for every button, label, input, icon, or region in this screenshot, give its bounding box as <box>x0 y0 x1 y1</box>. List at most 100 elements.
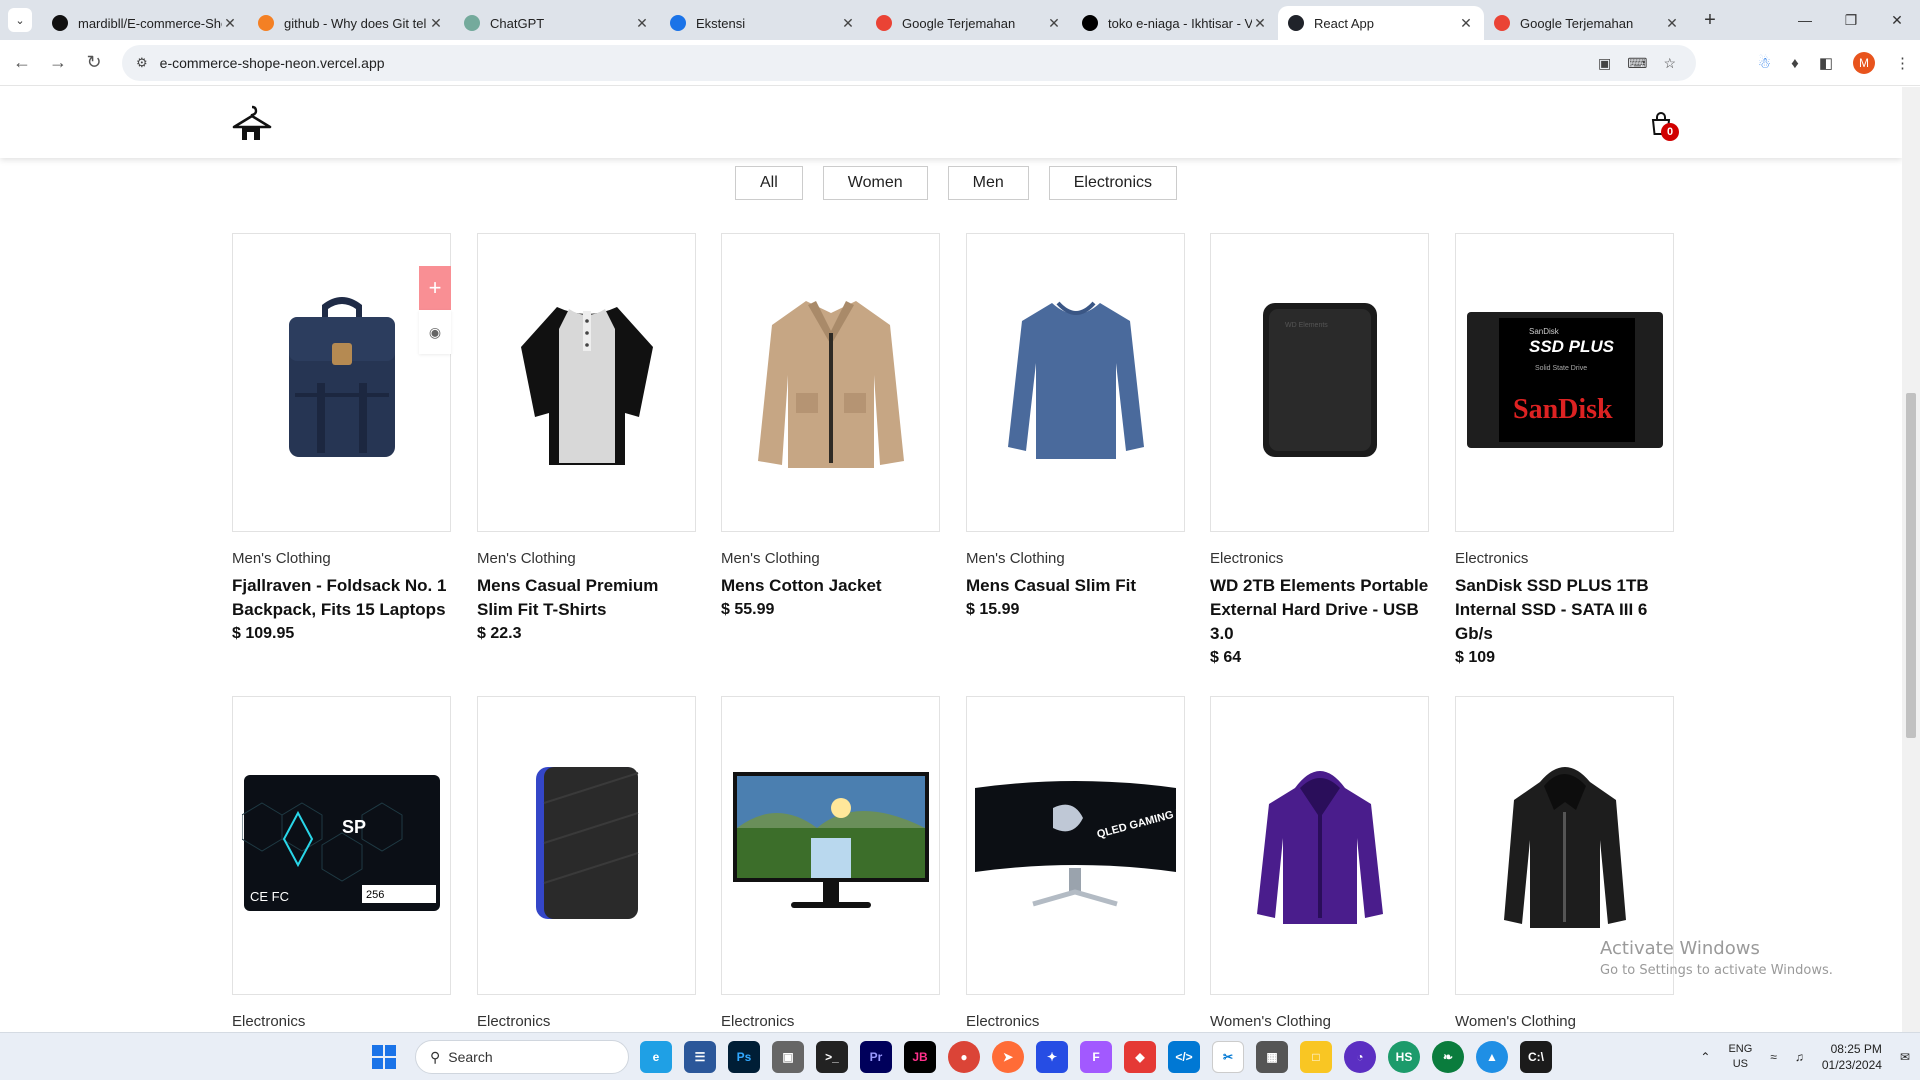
product-image[interactable]: + ◉ <box>232 233 451 532</box>
product-card[interactable]: Women's Clothing <box>1210 696 1429 1030</box>
notepad-icon[interactable]: ☰ <box>684 1041 716 1073</box>
close-tab-icon[interactable]: ✕ <box>634 15 650 32</box>
volume-icon[interactable]: ♫ <box>1795 1050 1804 1064</box>
product-title[interactable]: SanDisk SSD PLUS 1TB Internal SSD - SATA… <box>1455 574 1674 646</box>
product-card[interactable]: SP 256 CE FC Electronics <box>232 696 451 1030</box>
product-card[interactable]: Electronics <box>477 696 696 1030</box>
profile-avatar[interactable]: M <box>1853 52 1875 74</box>
scrollbar-thumb[interactable] <box>1906 393 1916 738</box>
close-window-button[interactable]: ✕ <box>1874 0 1920 40</box>
filter-button-all[interactable]: All <box>735 166 803 200</box>
browser-tab[interactable]: React App ✕ <box>1278 6 1484 40</box>
restore-button[interactable]: ❐ <box>1828 0 1874 40</box>
side-panel-icon[interactable]: ◧ <box>1819 54 1833 72</box>
product-image[interactable]: SanDisk SSD PLUS Solid State Drive SanDisk <box>1455 233 1674 532</box>
site-settings-icon[interactable]: ⚙ <box>136 55 148 71</box>
product-image[interactable] <box>721 696 940 995</box>
back-button[interactable]: ← <box>4 45 40 81</box>
translate-page-icon[interactable]: ⌨ <box>1627 55 1647 72</box>
product-image[interactable]: SP 256 CE FC <box>232 696 451 995</box>
circle-app-icon[interactable]: ◔ <box>1344 1041 1376 1073</box>
product-image[interactable] <box>721 233 940 532</box>
minimize-button[interactable]: — <box>1782 0 1828 40</box>
file-explorer-icon[interactable]: □ <box>1300 1041 1332 1073</box>
google-translate-extension-icon[interactable]: ☃ <box>1758 54 1771 72</box>
browser-tab[interactable]: mardibll/E-commerce-Sho ✕ <box>42 6 248 40</box>
browser-tab[interactable]: Google Terjemahan ✕ <box>1484 6 1690 40</box>
filter-button-women[interactable]: Women <box>822 166 928 200</box>
wifi-icon[interactable]: ≈ <box>1770 1050 1777 1064</box>
add-to-cart-button[interactable]: + <box>419 266 451 310</box>
language-indicator[interactable]: ENG US <box>1728 1042 1752 1072</box>
snipping-tool-icon[interactable]: ✂ <box>1212 1041 1244 1073</box>
notification-bell-icon[interactable]: ✉ <box>1900 1050 1910 1064</box>
install-app-icon[interactable]: ▣ <box>1598 55 1611 72</box>
filter-button-men[interactable]: Men <box>947 166 1029 200</box>
tab-search-button[interactable]: ⌄ <box>8 8 32 32</box>
code-app-icon[interactable]: ✦ <box>1036 1041 1068 1073</box>
windows-start-button[interactable] <box>372 1045 396 1069</box>
close-tab-icon[interactable]: ✕ <box>1252 15 1268 32</box>
close-tab-icon[interactable]: ✕ <box>1046 15 1062 32</box>
vscode-icon[interactable]: </> <box>1168 1041 1200 1073</box>
bird-app-icon[interactable]: ▲ <box>1476 1041 1508 1073</box>
product-card[interactable]: Women's Clothing <box>1455 696 1674 1030</box>
product-title[interactable]: Fjallraven - Foldsack No. 1 Backpack, Fi… <box>232 574 451 622</box>
close-tab-icon[interactable]: ✕ <box>428 15 444 32</box>
product-card[interactable]: SanDisk SSD PLUS Solid State Drive SanDisk E… <box>1455 233 1674 670</box>
browser-tab[interactable]: toko e-niaga - Ikhtisar - V ✕ <box>1072 6 1278 40</box>
product-image[interactable] <box>477 233 696 532</box>
postman-icon[interactable]: ➤ <box>992 1041 1024 1073</box>
filter-button-electronics[interactable]: Electronics <box>1048 166 1177 200</box>
taskbar-search[interactable]: ⚲ Search <box>415 1040 629 1074</box>
product-title[interactable]: Mens Casual Premium Slim Fit T-Shirts <box>477 574 696 622</box>
premiere-icon[interactable]: Pr <box>860 1041 892 1073</box>
close-tab-icon[interactable]: ✕ <box>840 15 856 32</box>
chrome-icon[interactable]: ● <box>948 1041 980 1073</box>
product-card[interactable]: WD Elements Electronics WD 2TB Elements Po… <box>1210 233 1429 670</box>
extensions-icon[interactable]: ♦ <box>1791 55 1799 72</box>
hs-app-icon[interactable]: HS <box>1388 1041 1420 1073</box>
browser-tab[interactable]: github - Why does Git tel ✕ <box>248 6 454 40</box>
figma-icon[interactable]: F <box>1080 1041 1112 1073</box>
close-tab-icon[interactable]: ✕ <box>222 15 238 32</box>
jetbrains-icon[interactable]: JB <box>904 1041 936 1073</box>
edge-icon[interactable]: e <box>640 1041 672 1073</box>
address-bar[interactable]: ⚙ e-commerce-shope-neon.vercel.app ▣ ⌨ ☆ <box>122 45 1696 81</box>
product-card[interactable]: + ◉ Men's Clothing Fjallraven - Foldsack No… <box>232 233 451 646</box>
browser-tab[interactable]: ChatGPT ✕ <box>454 6 660 40</box>
more-menu-icon[interactable]: ⋮ <box>1895 54 1910 72</box>
cube-app-icon[interactable]: ▣ <box>772 1041 804 1073</box>
command-prompt-icon[interactable]: C:\ <box>1520 1041 1552 1073</box>
product-card[interactable]: Men's Clothing Mens Casual Premium Slim F… <box>477 233 696 646</box>
product-title[interactable]: Mens Cotton Jacket <box>721 574 940 598</box>
forward-button[interactable]: → <box>40 45 76 81</box>
reload-button[interactable]: ↻ <box>76 45 112 81</box>
product-image[interactable] <box>1210 696 1429 995</box>
browser-tab[interactable]: Ekstensi ✕ <box>660 6 866 40</box>
bookmark-star-icon[interactable]: ☆ <box>1663 55 1676 72</box>
product-card[interactable]: Electronics <box>721 696 940 1030</box>
terminal-icon[interactable]: >_ <box>816 1041 848 1073</box>
anydesk-icon[interactable]: ◆ <box>1124 1041 1156 1073</box>
calculator-icon[interactable]: ▦ <box>1256 1041 1288 1073</box>
photoshop-icon[interactable]: Ps <box>728 1041 760 1073</box>
tray-chevron-up-icon[interactable]: ⌃ <box>1700 1050 1710 1064</box>
browser-tab[interactable]: Google Terjemahan ✕ <box>866 6 1072 40</box>
product-image[interactable]: QLED GAMING MONITOR <box>966 696 1228 995</box>
product-card[interactable]: Men's Clothing Mens Cotton Jacket $ 55.99 <box>721 233 940 622</box>
product-image[interactable] <box>477 696 696 995</box>
product-title[interactable]: Mens Casual Slim Fit <box>966 574 1185 598</box>
product-image[interactable] <box>966 233 1185 532</box>
product-card[interactable]: Men's Clothing Mens Casual Slim Fit $ 15.9… <box>966 233 1185 622</box>
product-image[interactable]: WD Elements <box>1210 233 1429 532</box>
new-tab-button[interactable]: + <box>1696 6 1724 34</box>
clock[interactable]: 08:25 PM 01/23/2024 <box>1822 1041 1882 1073</box>
hanger-logo-icon[interactable] <box>230 101 274 145</box>
product-title[interactable]: WD 2TB Elements Portable External Hard D… <box>1210 574 1429 646</box>
mongodb-icon[interactable]: ❧ <box>1432 1041 1464 1073</box>
close-tab-icon[interactable]: ✕ <box>1458 15 1474 32</box>
view-details-button[interactable]: ◉ <box>419 310 451 354</box>
close-tab-icon[interactable]: ✕ <box>1664 15 1680 32</box>
product-card[interactable]: QLED GAMING MONITOR Electronics <box>966 696 1228 1030</box>
